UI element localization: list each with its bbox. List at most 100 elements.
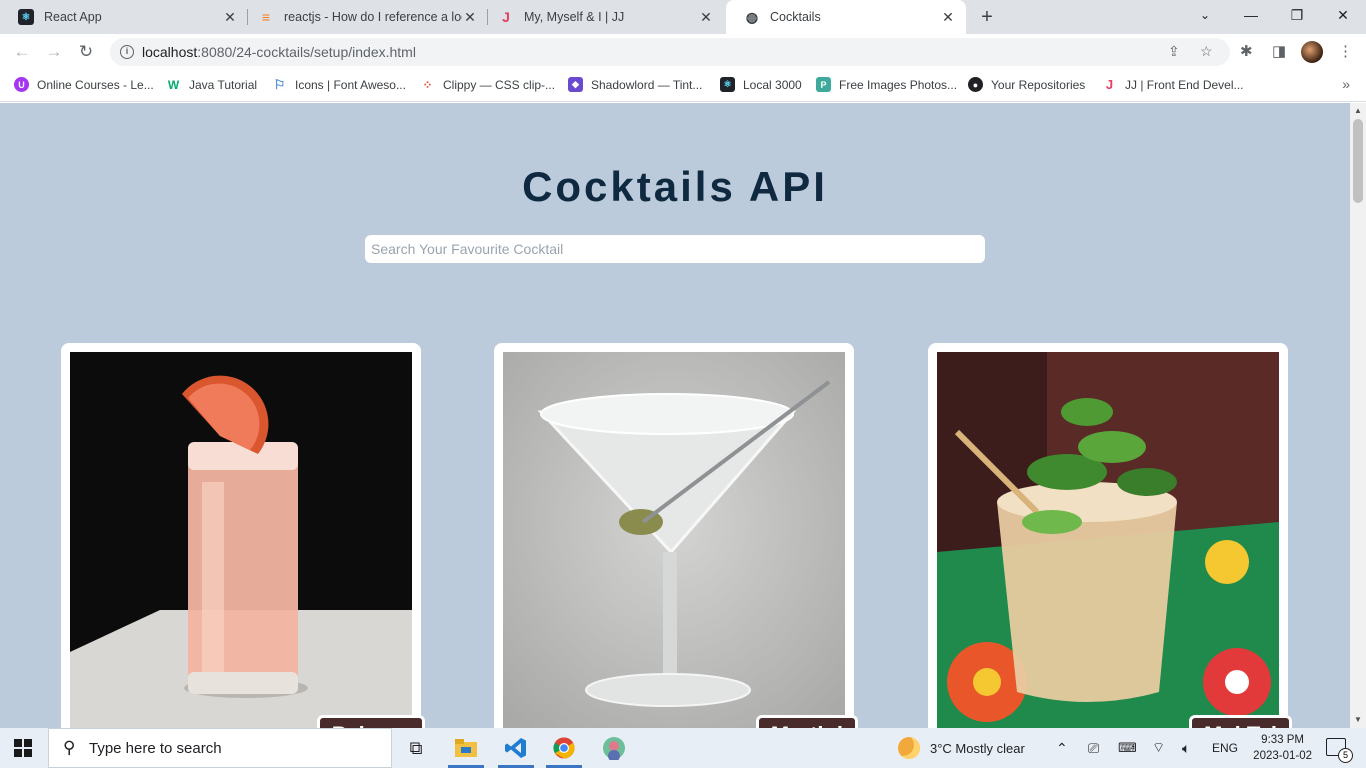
- site-info-icon[interactable]: i: [120, 45, 134, 59]
- tab-stackoverflow[interactable]: ≡ reactjs - How do I reference a loc ✕: [240, 0, 488, 34]
- globe-icon: ◍: [745, 8, 759, 25]
- clippy-icon: ⁘: [422, 77, 433, 92]
- cocktail-search-input[interactable]: [365, 235, 985, 263]
- tab-title: React App: [44, 10, 102, 24]
- bookmarks-overflow-icon[interactable]: »: [1342, 76, 1350, 92]
- bookmark-label: JJ | Front End Devel...: [1125, 77, 1244, 92]
- url-host: localhost: [142, 44, 198, 60]
- bookmark-item[interactable]: ● Your Repositories: [968, 77, 1085, 92]
- cocktail-card[interactable]: Mai Tai: [928, 343, 1292, 728]
- chrome-icon[interactable]: [540, 728, 588, 768]
- volume-icon[interactable]: 🔈︎: [1182, 728, 1190, 768]
- bookmark-item[interactable]: P Free Images Photos...: [816, 77, 957, 92]
- scroll-down-icon[interactable]: ▼: [1350, 712, 1366, 728]
- cocktail-card[interactable]: Paloma: [61, 343, 425, 728]
- input-indicator-icon[interactable]: ⌨: [1118, 728, 1137, 768]
- bookmark-label: Free Images Photos...: [839, 77, 958, 92]
- meet-now-icon[interactable]: ⎚: [1088, 728, 1099, 768]
- bookmarks-bar: U Online Courses - Le... W Java Tutorial ⚐…: [0, 70, 1366, 102]
- notifications-icon[interactable]: 5: [1326, 738, 1353, 763]
- tab-title: reactjs - How do I reference a loc: [284, 10, 462, 24]
- show-hidden-icons-icon[interactable]: ⌃: [1056, 728, 1068, 768]
- tab-search-icon[interactable]: ⌄: [1182, 0, 1228, 30]
- bookmark-item[interactable]: ◆ Shadowlord — Tint...: [568, 77, 702, 92]
- cocktail-card[interactable]: Martini: [494, 343, 858, 728]
- close-tab-icon[interactable]: ✕: [940, 9, 956, 26]
- bookmark-label: Clippy — CSS clip-...: [443, 77, 556, 92]
- url-path: :8080/24-cocktails/setup/index.html: [197, 44, 416, 60]
- restore-button[interactable]: ❐: [1274, 0, 1320, 30]
- stackoverflow-icon: ≡: [261, 9, 271, 25]
- taskbar-search-placeholder: Type here to search: [89, 739, 222, 757]
- tab-strip: ⚛ React App ✕ ≡ reactjs - How do I refer…: [0, 0, 1366, 34]
- forward-button[interactable]: →: [42, 40, 66, 64]
- close-tab-icon[interactable]: ✕: [462, 9, 478, 26]
- bookmark-item[interactable]: ⚐ Icons | Font Aweso...: [272, 77, 406, 92]
- scrollbar-thumb[interactable]: [1353, 119, 1363, 203]
- bookmark-label: Shadowlord — Tint...: [591, 77, 703, 92]
- tab-react-app[interactable]: ⚛ React App ✕: [0, 0, 248, 34]
- windows-start-icon[interactable]: [14, 739, 32, 757]
- cocktail-name: Martini: [755, 715, 858, 728]
- cocktail-name: Mai Tai: [1189, 715, 1292, 728]
- new-tab-button[interactable]: +: [976, 4, 998, 30]
- bookmark-item[interactable]: J JJ | Front End Devel...: [1102, 77, 1244, 92]
- bookmark-star-icon[interactable]: ☆: [1200, 43, 1213, 60]
- vscode-icon[interactable]: [492, 728, 540, 768]
- flag-icon: ⚐: [273, 76, 286, 92]
- profile-avatar[interactable]: [1301, 41, 1323, 63]
- notification-count: 5: [1338, 748, 1353, 763]
- react-icon: ⚛: [720, 77, 735, 92]
- close-tab-icon[interactable]: ✕: [222, 9, 238, 26]
- task-view-icon[interactable]: ⧉: [392, 728, 440, 768]
- bookmark-item[interactable]: ⁘ Clippy — CSS clip-...: [420, 77, 555, 92]
- side-panel-icon[interactable]: ◨: [1272, 42, 1286, 60]
- address-bar[interactable]: i localhost:8080/24-cocktails/setup/inde…: [110, 38, 1230, 66]
- cocktail-image: [937, 352, 1279, 728]
- udemy-icon: U: [14, 77, 29, 92]
- app-avatar-icon[interactable]: [590, 728, 638, 768]
- cocktail-image: [503, 352, 845, 728]
- mai-tai-photo: [937, 352, 1279, 728]
- close-tab-icon[interactable]: ✕: [698, 9, 714, 26]
- search-icon: ⚲: [63, 738, 76, 757]
- github-icon: ●: [968, 77, 983, 92]
- clock-time: 9:33 PM: [1261, 734, 1304, 746]
- bookmark-label: Java Tutorial: [189, 77, 258, 92]
- url-text[interactable]: localhost:8080/24-cocktails/setup/index.…: [142, 44, 416, 60]
- reload-button[interactable]: ↻: [74, 40, 98, 64]
- menu-icon[interactable]: ⋮: [1338, 42, 1353, 60]
- bookmark-item[interactable]: U Online Courses - Le...: [14, 77, 154, 92]
- weather-text: 3°C Mostly clear: [930, 740, 1025, 756]
- tab-title: Cocktails: [770, 10, 821, 24]
- wifi-icon[interactable]: ⌔: [1152, 728, 1165, 768]
- share-icon[interactable]: ⇪: [1168, 43, 1180, 60]
- weather-moon-icon: [898, 737, 920, 759]
- paloma-photo: [70, 352, 412, 728]
- tab-title: My, Myself & I | JJ: [524, 10, 625, 24]
- bookmark-item[interactable]: ⚛ Local 3000: [720, 77, 802, 92]
- pixabay-icon: P: [816, 77, 831, 92]
- weather-widget[interactable]: 3°C Mostly clear: [898, 728, 1025, 768]
- language-indicator[interactable]: ENG: [1212, 728, 1238, 768]
- cocktail-name: Paloma: [316, 715, 425, 728]
- minimize-button[interactable]: —: [1228, 0, 1274, 30]
- bookmark-label: Icons | Font Aweso...: [295, 77, 406, 92]
- file-explorer-icon[interactable]: [442, 728, 490, 768]
- extensions-icon[interactable]: ✱: [1240, 42, 1253, 60]
- scroll-up-icon[interactable]: ▲: [1350, 103, 1366, 119]
- bookmark-label: Local 3000: [743, 77, 802, 92]
- clock-date: 2023-01-02: [1253, 750, 1312, 762]
- tab-cocktails[interactable]: ◍ Cocktails ✕: [726, 0, 966, 34]
- taskbar-search-box[interactable]: ⚲ Type here to search: [48, 728, 392, 768]
- page-title: Cocktails API: [522, 163, 828, 210]
- taskbar-clock[interactable]: 9:33 PM 2023-01-02: [1253, 732, 1312, 764]
- jj-logo-icon: J: [502, 9, 510, 25]
- martini-photo: [503, 352, 845, 728]
- page-scrollbar[interactable]: ▲ ▼: [1350, 103, 1366, 728]
- back-button[interactable]: ←: [10, 40, 34, 64]
- windows-taskbar: ⚲ Type here to search ⧉ 3°C Mostly clear…: [0, 728, 1366, 768]
- bookmark-item[interactable]: W Java Tutorial: [166, 77, 257, 92]
- close-window-button[interactable]: ✕: [1320, 0, 1366, 30]
- tab-portfolio[interactable]: J My, Myself & I | JJ ✕: [480, 0, 724, 34]
